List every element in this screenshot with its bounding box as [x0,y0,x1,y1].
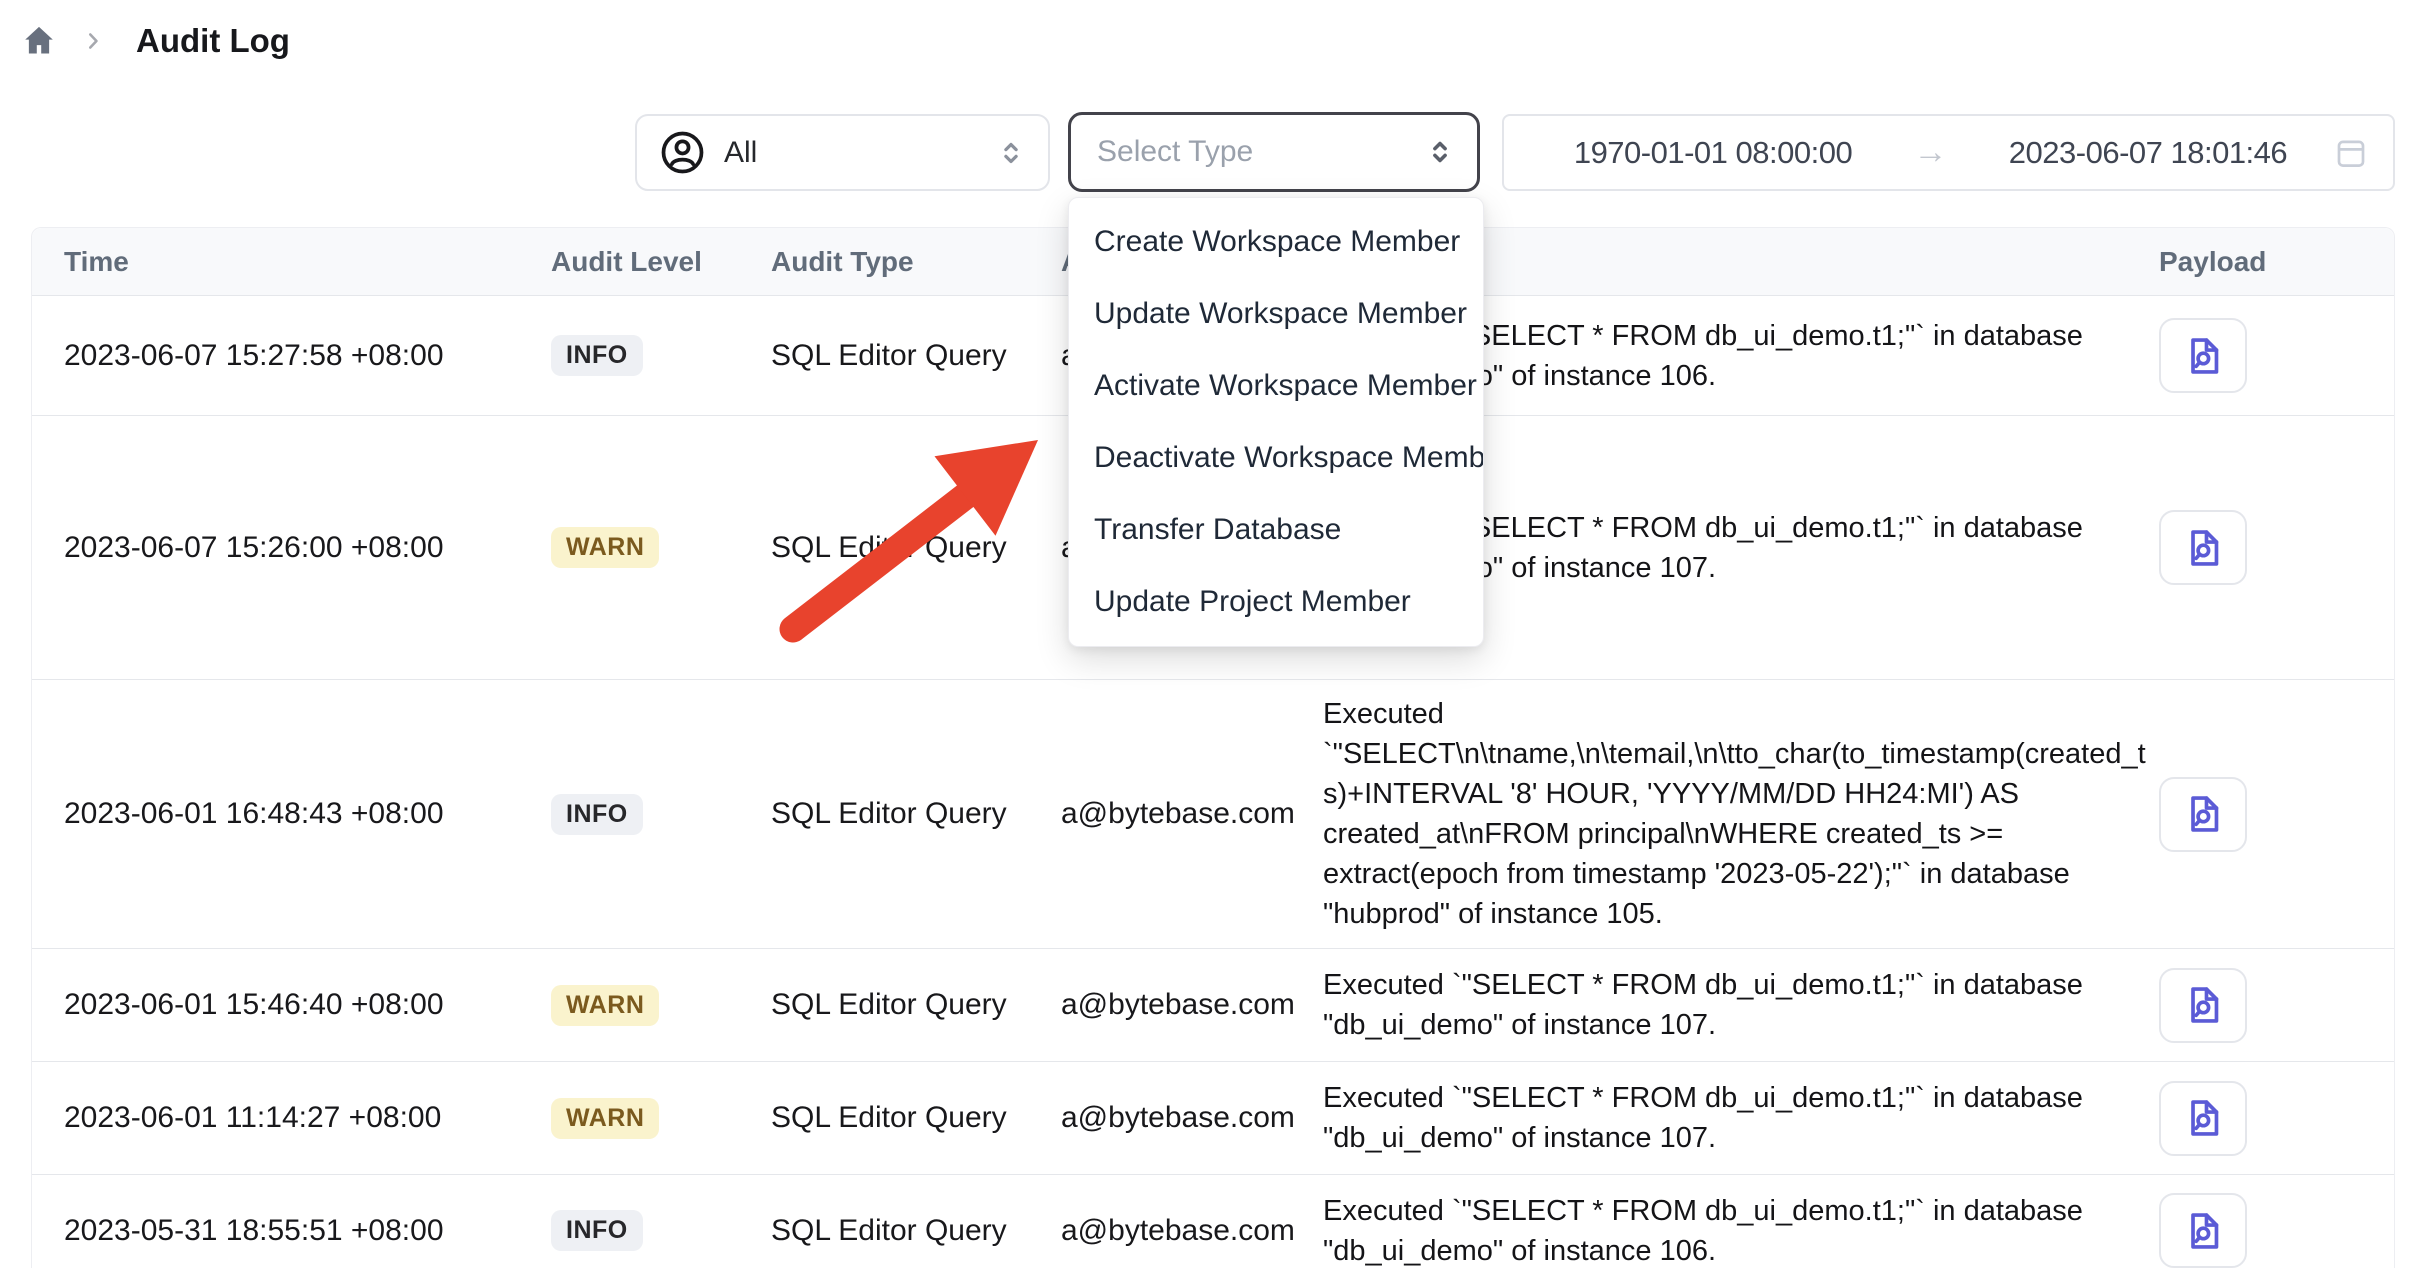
file-search-icon [2182,1096,2224,1140]
cell-time: 2023-06-01 11:14:27 +08:00 [32,1101,551,1135]
column-header-time: Time [32,246,551,278]
page-title: Audit Log [136,22,290,60]
audit-level-badge: INFO [551,794,643,835]
file-search-icon [2182,526,2224,570]
cell-time: 2023-06-01 15:46:40 +08:00 [32,988,551,1022]
menu-item-deactivate-workspace-member[interactable]: Deactivate Workspace Member [1069,422,1483,494]
cell-time: 2023-06-01 16:48:43 +08:00 [32,797,551,831]
column-header-audit-type: Audit Type [771,246,1061,278]
cell-actor: a@bytebase.com [1061,1214,1323,1248]
cell-audit-type: SQL Editor Query [771,339,1061,373]
table-row: 2023-05-31 18:55:51 +08:00 INFO SQL Edit… [32,1175,2394,1268]
cell-comment: Executed `"SELECT * FROM db_ui_demo.t1;"… [1323,1064,2159,1172]
cell-audit-type: SQL Editor Query [771,988,1061,1022]
audit-level-badge: WARN [551,527,659,568]
table-row: 2023-06-01 11:14:27 +08:00 WARN SQL Edit… [32,1062,2394,1175]
home-icon[interactable] [20,22,58,60]
date-range-picker[interactable]: 1970-01-01 08:00:00 → 2023-06-07 18:01:4… [1502,114,2395,191]
file-search-icon [2182,792,2224,836]
cell-comment: Executed `"SELECT\n\tname,\n\temail,\n\t… [1323,680,2159,948]
view-payload-button[interactable] [2159,777,2247,852]
type-filter-select[interactable]: Select Type [1068,112,1480,192]
menu-item-activate-workspace-member[interactable]: Activate Workspace Member [1069,350,1483,422]
table-row: 2023-06-01 15:46:40 +08:00 WARN SQL Edit… [32,949,2394,1062]
file-search-icon [2182,334,2224,378]
actor-filter-select[interactable]: All [635,114,1050,191]
type-filter-dropdown-menu: Create Workspace Member Update Workspace… [1068,197,1484,647]
column-header-audit-level: Audit Level [551,246,771,278]
date-range-start[interactable]: 1970-01-01 08:00:00 [1528,135,1898,171]
menu-item-update-workspace-member[interactable]: Update Workspace Member [1069,278,1483,350]
chevron-right-icon [80,28,106,54]
cell-audit-type: SQL Editor Query [771,1101,1061,1135]
cell-time: 2023-06-07 15:26:00 +08:00 [32,531,551,565]
file-search-icon [2182,1209,2224,1253]
audit-level-badge: WARN [551,985,659,1026]
view-payload-button[interactable] [2159,1081,2247,1156]
actor-filter-value: All [724,136,994,170]
cell-time: 2023-05-31 18:55:51 +08:00 [32,1214,551,1248]
cell-comment: Executed `"SELECT * FROM db_ui_demo.t1;"… [1323,1177,2159,1268]
cell-actor: a@bytebase.com [1061,1101,1323,1135]
audit-log-page: Audit Log All Select Type 1970-01-01 08:… [0,0,2410,1268]
type-filter-placeholder: Select Type [1097,135,1423,169]
view-payload-button[interactable] [2159,968,2247,1043]
audit-level-badge: WARN [551,1098,659,1139]
chevron-up-down-icon [994,136,1028,170]
cell-comment: Executed `"SELECT * FROM db_ui_demo.t1;"… [1323,951,2159,1059]
cell-actor: a@bytebase.com [1061,797,1323,831]
arrow-right-icon: → [1898,133,1963,172]
cell-audit-type: SQL Editor Query [771,531,1061,565]
person-circle-icon [659,129,706,176]
cell-time: 2023-06-07 15:27:58 +08:00 [32,339,551,373]
cell-audit-type: SQL Editor Query [771,797,1061,831]
view-payload-button[interactable] [2159,318,2247,393]
menu-item-transfer-database[interactable]: Transfer Database [1069,494,1483,566]
menu-item-update-project-member[interactable]: Update Project Member [1069,566,1483,638]
table-row: 2023-06-01 16:48:43 +08:00 INFO SQL Edit… [32,680,2394,949]
view-payload-button[interactable] [2159,1193,2247,1268]
cell-audit-type: SQL Editor Query [771,1214,1061,1248]
audit-level-badge: INFO [551,1210,643,1251]
column-header-payload: Payload [2159,246,2394,278]
date-range-end[interactable]: 2023-06-07 18:01:46 [1963,135,2333,171]
menu-item-create-workspace-member[interactable]: Create Workspace Member [1069,206,1483,278]
file-search-icon [2182,983,2224,1027]
breadcrumb: Audit Log [20,22,290,60]
cell-actor: a@bytebase.com [1061,988,1323,1022]
calendar-icon [2333,135,2369,171]
view-payload-button[interactable] [2159,510,2247,585]
audit-level-badge: INFO [551,335,643,376]
chevron-up-down-icon [1423,135,1457,169]
